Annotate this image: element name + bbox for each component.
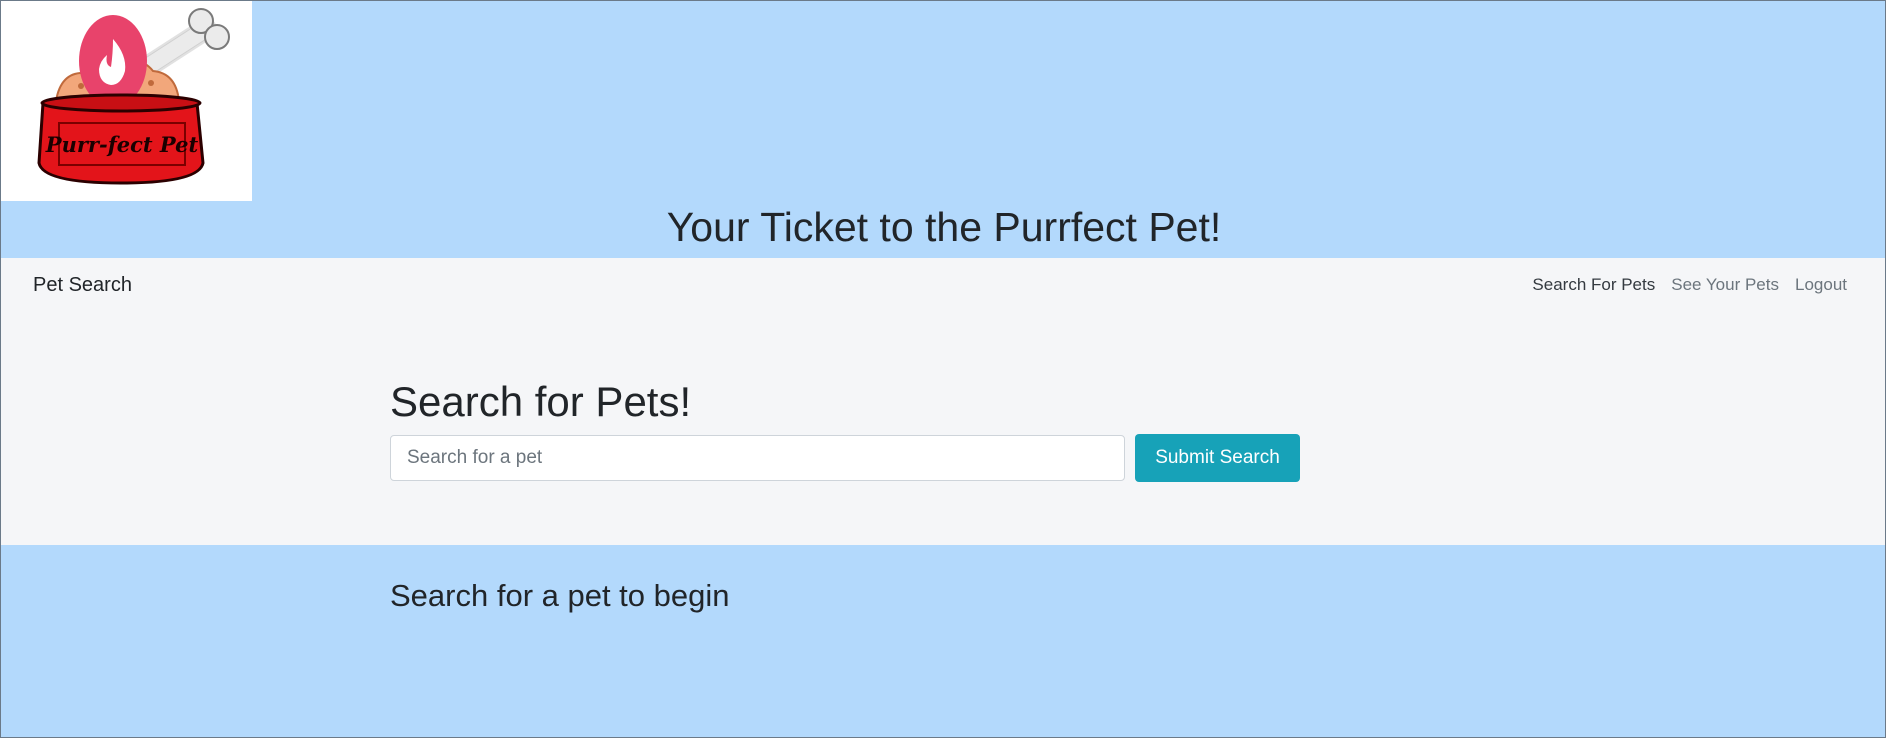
navbar-brand[interactable]: Pet Search (33, 272, 132, 298)
bone-icon (130, 8, 230, 82)
nav-links: Search For Pets See Your Pets Logout (1532, 274, 1847, 296)
search-input[interactable] (390, 435, 1125, 481)
nav-link-search-for-pets[interactable]: Search For Pets (1532, 274, 1655, 296)
nav-link-logout[interactable]: Logout (1795, 274, 1847, 296)
site-header: Purr-fect Pet Your Ticket to the Purrfec… (1, 1, 1885, 257)
page-title: Your Ticket to the Purrfect Pet! (666, 204, 1222, 250)
logo: Purr-fect Pet (1, 1, 252, 201)
logo-text: Purr-fect Pet (45, 132, 199, 157)
search-heading: Search for Pets! (390, 378, 692, 425)
search-form: Submit Search (390, 434, 1300, 482)
nav-link-see-your-pets[interactable]: See Your Pets (1671, 274, 1779, 296)
pet-bowl-logo-icon: Purr-fect Pet (37, 8, 230, 185)
navbar: Pet Search Search For Pets See Your Pets… (1, 258, 1885, 545)
results-message: Search for a pet to begin (390, 578, 730, 613)
submit-search-button[interactable]: Submit Search (1135, 434, 1300, 482)
